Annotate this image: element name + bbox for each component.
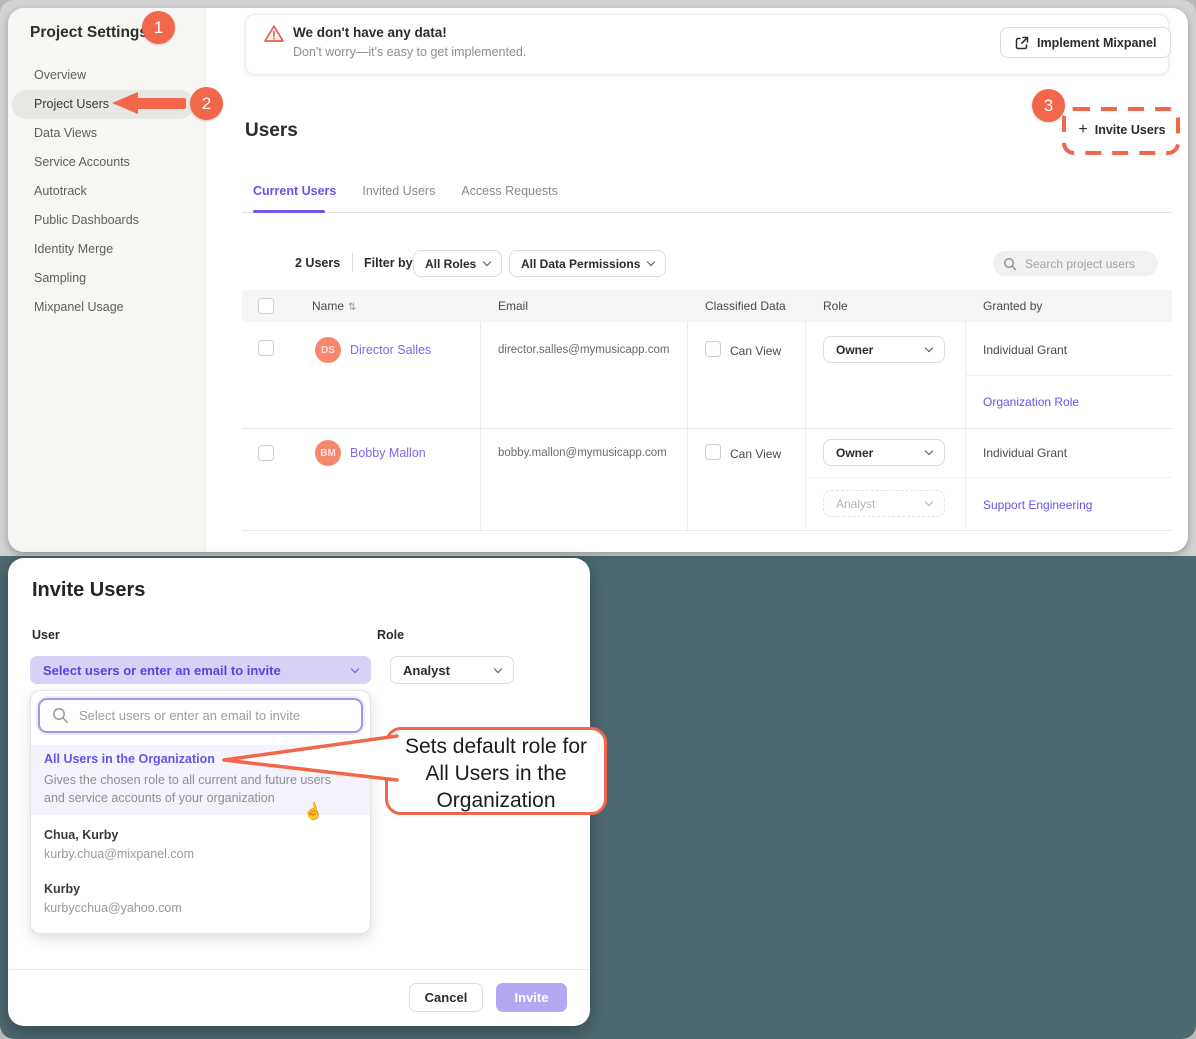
implement-mixpanel-label: Implement Mixpanel	[1037, 36, 1156, 50]
column-divider	[805, 322, 806, 531]
header-granted-by: Granted by	[983, 299, 1042, 313]
invite-submit-button[interactable]: Invite	[496, 983, 567, 1012]
select-all-checkbox[interactable]	[258, 298, 274, 314]
tab-current-users[interactable]: Current Users	[253, 184, 336, 198]
option-user[interactable]: Kurby	[44, 882, 80, 896]
sort-icon[interactable]: ⇅	[348, 302, 356, 313]
tab-invited-users[interactable]: Invited Users	[362, 184, 435, 198]
header-role: Role	[823, 299, 848, 313]
header-name[interactable]: Name⇅	[312, 299, 356, 313]
avatar: DS	[315, 337, 341, 363]
sidebar-title: Project Settings	[30, 24, 148, 42]
chevron-down-icon	[483, 258, 491, 266]
sidebar-item-autotrack[interactable]: Autotrack	[12, 177, 194, 206]
all-roles-filter[interactable]: All Roles	[413, 250, 502, 277]
modal-footer-divider	[9, 969, 589, 970]
tab-access-requests[interactable]: Access Requests	[461, 184, 558, 198]
role-dropdown-value: Analyst	[403, 663, 450, 678]
annotation-arrow-tail	[136, 98, 186, 109]
grant-divider	[965, 375, 1172, 376]
all-data-permissions-filter[interactable]: All Data Permissions	[509, 250, 666, 277]
user-email: bobby.mallon@mymusicapp.com	[498, 447, 667, 459]
avatar: BM	[315, 440, 341, 466]
step-badge-1: 1	[142, 11, 175, 44]
user-field-label: User	[32, 628, 60, 642]
column-divider	[965, 322, 966, 531]
user-multiselect-value: Select users or enter an email to invite	[43, 663, 281, 678]
callout-tail	[215, 720, 401, 810]
user-email: director.salles@mymusicapp.com	[498, 344, 669, 356]
column-divider	[480, 322, 481, 531]
sidebar-item-sampling[interactable]: Sampling	[12, 264, 194, 293]
role-field-label: Role	[377, 628, 404, 642]
can-view-label: Can View	[730, 344, 781, 358]
chevron-down-icon	[925, 447, 933, 455]
row-checkbox[interactable]	[258, 445, 274, 461]
granted-by-value: Individual Grant	[983, 343, 1067, 357]
filter-by-label: Filter by	[364, 256, 413, 270]
can-view-checkbox[interactable]	[705, 341, 721, 357]
step-badge-2: 2	[190, 87, 223, 120]
user-name-link[interactable]: Bobby Mallon	[350, 446, 426, 460]
all-data-permissions-label: All Data Permissions	[521, 257, 640, 271]
support-engineering-link[interactable]: Support Engineering	[983, 498, 1092, 512]
banner-title: We don't have any data!	[293, 25, 447, 40]
user-multiselect[interactable]: Select users or enter an email to invite	[30, 656, 371, 684]
chevron-down-icon	[647, 258, 655, 266]
user-count: 2 Users	[295, 256, 340, 270]
sidebar-item-public-dashboards[interactable]: Public Dashboards	[12, 206, 194, 235]
step-badge-3: 3	[1032, 89, 1065, 122]
sidebar-item-service-accounts[interactable]: Service Accounts	[12, 148, 194, 177]
header-email: Email	[498, 299, 528, 313]
chevron-down-icon	[494, 664, 502, 672]
grant-divider	[805, 477, 1172, 478]
tabs-divider	[242, 212, 1172, 213]
sidebar-item-identity-merge[interactable]: Identity Merge	[12, 235, 194, 264]
role-select-disabled: Analyst	[823, 490, 945, 517]
header-classified-data: Classified Data	[705, 299, 786, 313]
user-name-link[interactable]: Director Salles	[350, 343, 431, 357]
row-divider	[242, 530, 1172, 531]
annotation-arrow-icon	[112, 92, 138, 114]
sidebar-item-overview[interactable]: Overview	[12, 61, 194, 90]
search-project-users-input[interactable]: Search project users	[993, 251, 1158, 276]
callout-text: Sets default role for All Users in the O…	[392, 733, 600, 814]
users-page-title: Users	[245, 120, 298, 142]
can-view-label: Can View	[730, 447, 781, 461]
cancel-button[interactable]: Cancel	[409, 983, 483, 1012]
role-dropdown[interactable]: Analyst	[390, 656, 514, 684]
search-icon	[52, 707, 69, 724]
role-select[interactable]: Owner	[823, 336, 945, 363]
active-tab-underline	[253, 210, 325, 213]
option-user[interactable]: Chua, Kurby	[44, 828, 118, 842]
granted-by-value: Individual Grant	[983, 446, 1067, 460]
users-tabs: Current Users Invited Users Access Reque…	[253, 184, 558, 198]
banner-subtitle: Don't worry—it's easy to get implemented…	[293, 45, 526, 59]
dashed-highlight-box	[1060, 105, 1182, 157]
search-icon	[1003, 257, 1017, 271]
toolbar-divider	[352, 253, 353, 272]
chevron-down-icon	[351, 664, 359, 672]
all-roles-label: All Roles	[425, 257, 476, 271]
can-view-checkbox[interactable]	[705, 444, 721, 460]
row-divider	[242, 428, 1172, 429]
sidebar-item-mixpanel-usage[interactable]: Mixpanel Usage	[12, 293, 194, 322]
option-user-email: kurby.chua@mixpanel.com	[44, 847, 194, 861]
column-divider	[687, 322, 688, 531]
option-user-email: kurbycchua@yahoo.com	[44, 901, 182, 915]
role-select[interactable]: Owner	[823, 439, 945, 466]
chevron-down-icon	[925, 498, 933, 506]
external-link-icon	[1015, 36, 1029, 50]
implement-mixpanel-button[interactable]: Implement Mixpanel	[1000, 27, 1171, 58]
sidebar-item-data-views[interactable]: Data Views	[12, 119, 194, 148]
organization-role-link[interactable]: Organization Role	[983, 395, 1079, 409]
chevron-down-icon	[925, 344, 933, 352]
option-all-users[interactable]: All Users in the Organization	[44, 752, 215, 766]
search-placeholder: Search project users	[1025, 257, 1135, 271]
modal-title: Invite Users	[32, 579, 145, 602]
screenshot-root: Project Settings Overview Project Users …	[0, 0, 1196, 1039]
warning-icon	[263, 24, 285, 44]
row-checkbox[interactable]	[258, 340, 274, 356]
